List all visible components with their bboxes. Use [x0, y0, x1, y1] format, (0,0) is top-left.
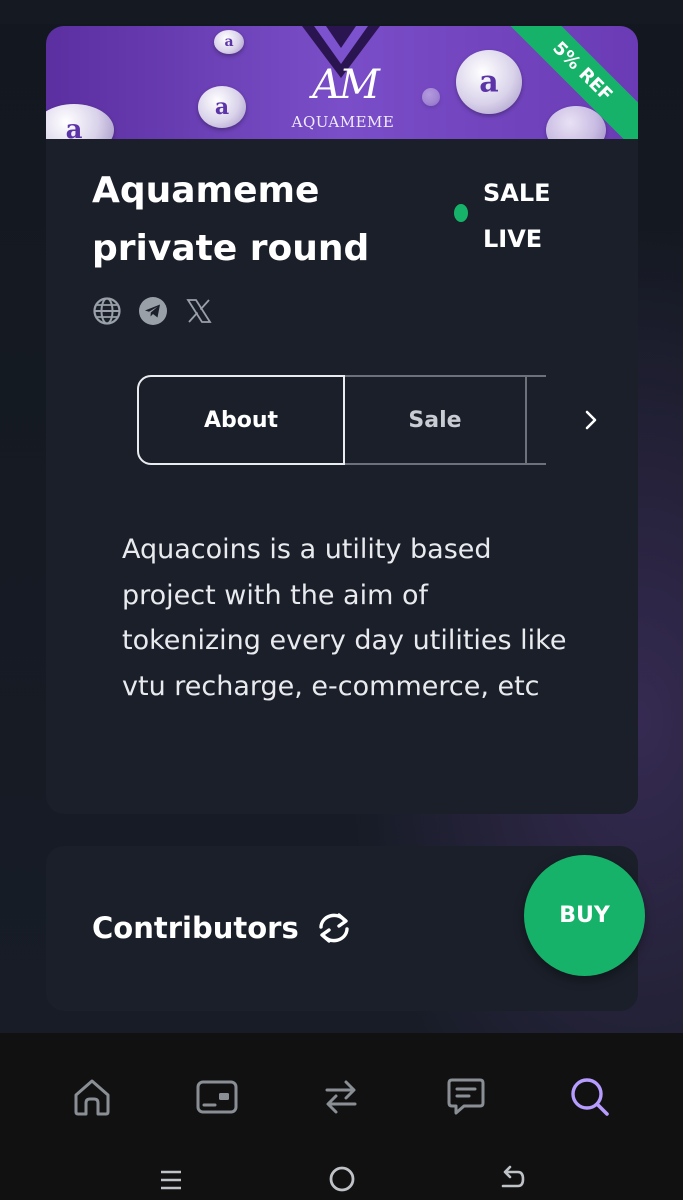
coin-decoration: [422, 88, 440, 106]
status-dot: [454, 204, 468, 222]
search-icon[interactable]: [560, 1067, 620, 1127]
recent-apps-icon[interactable]: [151, 1159, 191, 1199]
home-icon[interactable]: [62, 1067, 122, 1127]
sale-status: SALE LIVE: [483, 179, 551, 253]
tab-about[interactable]: About: [137, 375, 345, 465]
tab-more[interactable]: [527, 375, 546, 465]
home-button-icon[interactable]: [322, 1159, 362, 1199]
bottom-nav: [0, 1033, 683, 1200]
coin-decoration: a: [214, 30, 244, 54]
project-card: a a a a AM AQUAMEME 5% REF Aquameme priv…: [46, 26, 638, 814]
top-strip: [0, 0, 683, 24]
coin-decoration: a: [46, 104, 114, 139]
contributors-header: Contributors: [92, 908, 355, 948]
telegram-icon[interactable]: [138, 296, 168, 326]
chevron-right-icon[interactable]: [579, 404, 603, 436]
chat-icon[interactable]: [436, 1067, 496, 1127]
coin-decoration: a: [456, 50, 522, 114]
back-icon[interactable]: [492, 1159, 532, 1199]
logo-mark: AM: [312, 62, 380, 108]
globe-icon[interactable]: [92, 296, 122, 326]
logo-text: AQUAMEME: [291, 113, 395, 131]
social-links: [92, 296, 214, 326]
swap-icon[interactable]: [311, 1067, 371, 1127]
about-description: Aquacoins is a utility based project wit…: [122, 534, 567, 702]
system-navigation-bar: [0, 1159, 683, 1200]
tab-sale[interactable]: Sale: [345, 375, 527, 465]
coin-decoration: a: [198, 86, 246, 128]
tab-bar: About Sale: [136, 374, 546, 466]
buy-button[interactable]: BUY: [524, 855, 645, 976]
wallet-icon[interactable]: [187, 1067, 247, 1127]
project-banner[interactable]: a a a a AM AQUAMEME 5% REF: [46, 26, 638, 139]
x-icon[interactable]: [184, 296, 214, 326]
refresh-icon[interactable]: [313, 911, 355, 945]
contributors-title: Contributors: [92, 911, 299, 945]
project-title: Aquameme private round: [92, 170, 370, 269]
